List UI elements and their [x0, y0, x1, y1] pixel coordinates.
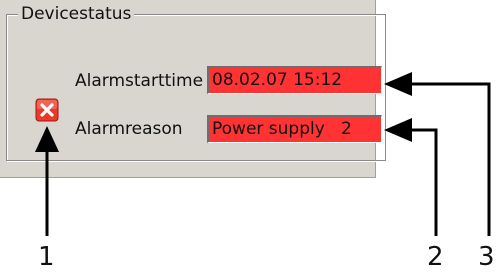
callout-arrow-1 [35, 126, 59, 236]
callout-arrows [35, 72, 491, 236]
callout-label-1: 1 [38, 242, 55, 272]
callout-label-2: 2 [427, 242, 444, 272]
callout-label-3: 3 [478, 242, 495, 272]
callout-arrow-2 [384, 118, 438, 236]
